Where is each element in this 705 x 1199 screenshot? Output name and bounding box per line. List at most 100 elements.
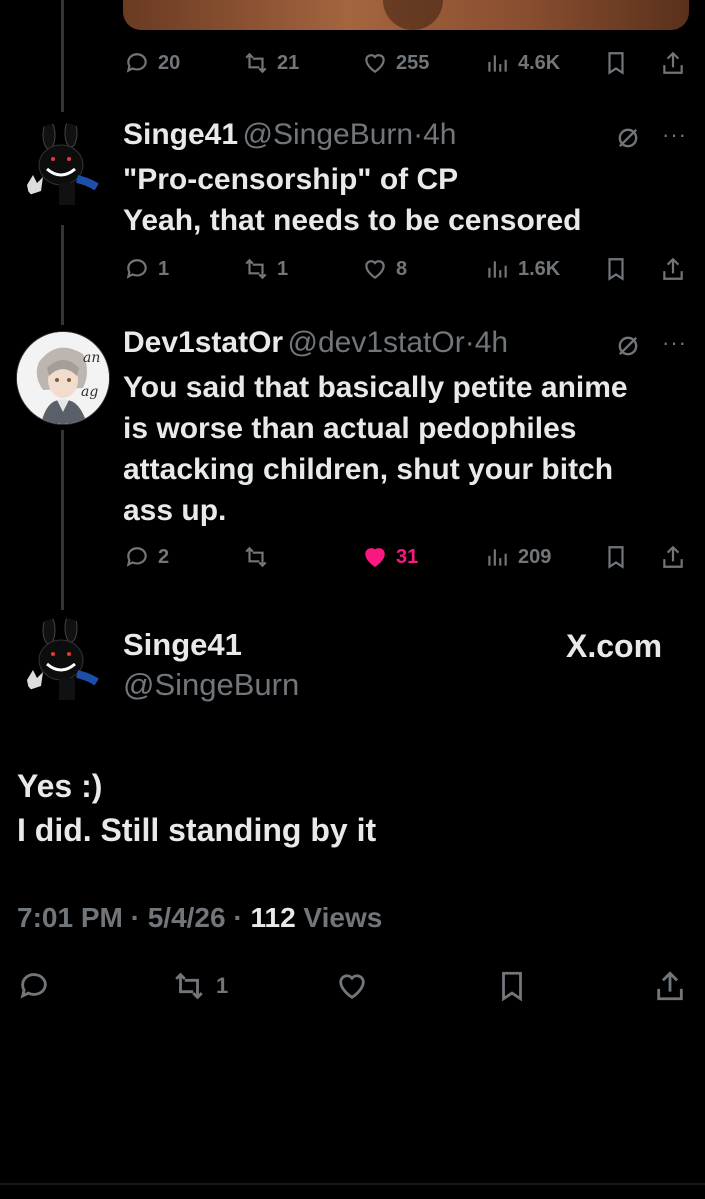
reply-button[interactable]: 1 bbox=[124, 256, 169, 282]
bookmark-button[interactable] bbox=[603, 256, 629, 282]
muted-conversation-icon[interactable] bbox=[614, 124, 642, 157]
user-handle[interactable]: @SingeBurn bbox=[243, 118, 414, 151]
x-com-watermark: X.com bbox=[566, 628, 663, 664]
post-time[interactable]: 7:01 PM bbox=[17, 902, 123, 933]
separator-dot: · bbox=[413, 118, 424, 151]
views-icon bbox=[488, 261, 507, 278]
display-name[interactable]: Singe41 bbox=[123, 118, 238, 151]
reply-count: 1 bbox=[158, 257, 170, 280]
share-icon bbox=[663, 545, 683, 568]
repost-count: 21 bbox=[277, 51, 300, 74]
reply-count: 2 bbox=[158, 545, 170, 568]
like-count: 8 bbox=[396, 257, 408, 280]
share-button[interactable] bbox=[660, 256, 686, 282]
thread-line bbox=[61, 430, 64, 610]
separator-dot: · bbox=[130, 902, 140, 933]
more-options-icon[interactable]: ··· bbox=[662, 330, 687, 356]
views-button[interactable]: 1.6K bbox=[484, 256, 560, 282]
thread-line bbox=[61, 0, 64, 112]
more-options-icon[interactable]: ··· bbox=[662, 122, 687, 148]
repost-button[interactable] bbox=[243, 544, 277, 570]
tweet-text-line: I did. Still standing by it bbox=[17, 812, 377, 848]
bookmark-icon bbox=[608, 258, 624, 281]
user-handle[interactable]: @SingeBurn bbox=[123, 667, 299, 703]
tweet-text-line: attacking children, shut your bitch bbox=[123, 453, 614, 486]
display-name[interactable]: Singe41 bbox=[123, 627, 242, 663]
muted-conversation-icon[interactable] bbox=[614, 332, 642, 365]
views-icon bbox=[488, 55, 507, 72]
like-button[interactable]: 255 bbox=[362, 50, 429, 76]
parent-media-image[interactable] bbox=[123, 0, 689, 30]
tweet-text: Yes :) I did. Still standing by it bbox=[17, 764, 376, 852]
thread-line bbox=[61, 225, 64, 325]
svg-text:an: an bbox=[83, 350, 100, 366]
tweet-text-line: "Pro-censorship" of CP bbox=[123, 163, 459, 196]
avatar[interactable] bbox=[19, 618, 103, 702]
avatar[interactable] bbox=[19, 123, 103, 207]
svg-text:ag: ag bbox=[81, 384, 98, 400]
views-count: 209 bbox=[518, 545, 552, 568]
bookmark-button[interactable] bbox=[495, 969, 529, 1003]
repost-icon bbox=[245, 52, 267, 74]
heart-icon bbox=[339, 974, 365, 1000]
user-handle[interactable]: @dev1statOr bbox=[288, 326, 465, 359]
repost-button[interactable]: 1 bbox=[172, 969, 228, 1003]
reply-header: Singe41 @SingeBurn·4h bbox=[123, 118, 456, 152]
reply-header: Dev1statOr @dev1statOr·4h bbox=[123, 326, 508, 360]
post-date[interactable]: 5/4/26 bbox=[148, 902, 226, 933]
separator-dot: · bbox=[464, 326, 475, 359]
tweet-meta: 7:01 PM · 5/4/26 · 112 Views bbox=[17, 902, 382, 934]
share-icon bbox=[657, 971, 683, 1001]
tweet-text-line: is worse than actual pedophiles bbox=[123, 412, 577, 445]
reply-button[interactable]: 20 bbox=[124, 50, 180, 76]
reply-button[interactable] bbox=[17, 969, 51, 1003]
tweet-text: "Pro-censorship" of CP Yeah, that needs … bbox=[123, 159, 581, 241]
timestamp[interactable]: 4h bbox=[475, 326, 508, 359]
repost-button[interactable]: 21 bbox=[243, 50, 299, 76]
separator-dot: · bbox=[233, 902, 243, 933]
reply-icon bbox=[126, 259, 147, 279]
repost-icon bbox=[245, 258, 267, 280]
views-button[interactable]: 4.6K bbox=[484, 50, 560, 76]
views-count: 112 bbox=[250, 902, 296, 933]
repost-button[interactable]: 1 bbox=[243, 256, 288, 282]
repost-count: 1 bbox=[216, 973, 229, 998]
tweet-text: You said that basically petite anime is … bbox=[123, 367, 628, 531]
bookmark-icon bbox=[608, 546, 624, 569]
avatar[interactable]: an ag bbox=[16, 331, 110, 425]
tweet-text-line: Yeah, that needs to be censored bbox=[123, 204, 582, 237]
share-button[interactable] bbox=[660, 50, 686, 76]
views-icon bbox=[488, 549, 507, 566]
bunny-avatar-image bbox=[27, 123, 103, 205]
bookmark-button[interactable] bbox=[603, 50, 629, 76]
tweet-text-line: ass up. bbox=[123, 494, 227, 527]
like-button[interactable]: 31 bbox=[362, 544, 418, 570]
views-count: 1.6K bbox=[518, 257, 561, 280]
anime-avatar-image: an ag bbox=[17, 332, 109, 424]
like-count: 255 bbox=[396, 51, 430, 74]
bunny-avatar-image bbox=[27, 618, 103, 700]
reply-count: 20 bbox=[158, 51, 181, 74]
like-count: 31 bbox=[396, 545, 419, 568]
heart-icon bbox=[365, 54, 385, 73]
divider bbox=[0, 1183, 705, 1185]
like-button[interactable] bbox=[335, 969, 369, 1003]
tweet-text-line: Yes :) bbox=[17, 768, 103, 804]
reply-button[interactable]: 2 bbox=[124, 544, 169, 570]
like-button[interactable]: 8 bbox=[362, 256, 407, 282]
share-button[interactable] bbox=[660, 544, 686, 570]
timestamp[interactable]: 4h bbox=[423, 118, 456, 151]
bookmark-icon bbox=[608, 52, 624, 75]
repost-icon bbox=[175, 972, 203, 1000]
reply-icon bbox=[20, 973, 47, 999]
views-button[interactable]: 209 bbox=[484, 544, 551, 570]
repost-count: 1 bbox=[277, 257, 289, 280]
bookmark-button[interactable] bbox=[603, 544, 629, 570]
views-label: Views bbox=[303, 902, 383, 933]
share-button[interactable] bbox=[653, 969, 687, 1003]
repost-icon bbox=[245, 546, 267, 568]
share-icon bbox=[663, 51, 683, 74]
display-name[interactable]: Dev1statOr bbox=[123, 326, 283, 359]
heart-filled-icon bbox=[365, 548, 385, 567]
views-count: 4.6K bbox=[518, 51, 561, 74]
